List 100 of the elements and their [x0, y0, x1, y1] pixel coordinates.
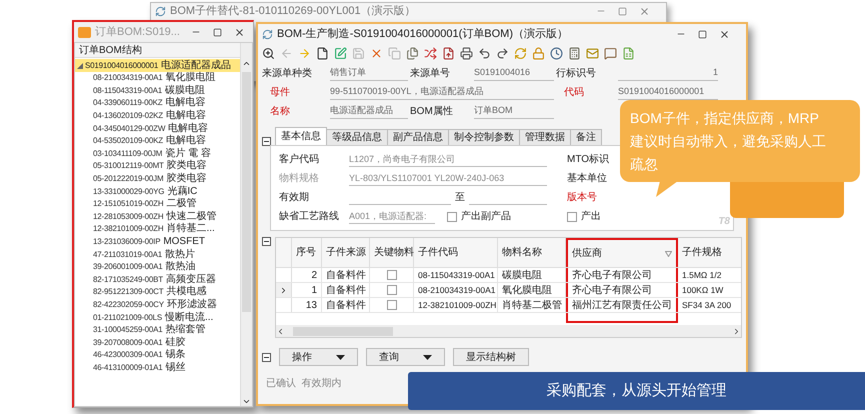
- app-logo-icon: [78, 26, 91, 38]
- column-header[interactable]: 物料名称: [498, 238, 566, 267]
- collapse-icon[interactable]: [262, 352, 271, 362]
- scroll-left-icon[interactable]: [276, 326, 285, 336]
- tree-item[interactable]: S0191004016000001 电源适配器成品: [75, 59, 240, 72]
- tree-item[interactable]: 05-310012119-00MT 胶类电容: [75, 160, 240, 173]
- delete-icon[interactable]: [370, 46, 383, 60]
- tree-item[interactable]: 82-951221309-00CT 共模电感: [75, 286, 240, 299]
- horizontal-scrollbar[interactable]: [276, 325, 741, 337]
- scrollbar[interactable]: [240, 43, 252, 406]
- tree-item[interactable]: 46-413100009-01A1 锡丝: [75, 362, 240, 374]
- column-header[interactable]: 子件来源: [322, 238, 370, 267]
- upload-file-icon[interactable]: [442, 46, 455, 60]
- tree-item[interactable]: 13-331000029-00YG 光藕IC: [75, 185, 240, 198]
- tree-item[interactable]: 08-210034319-00A1 氧化膜电阻: [75, 72, 240, 85]
- tree-item[interactable]: 12-382101009-00ZH 肖特基二...: [75, 223, 240, 236]
- checkbox[interactable]: [386, 270, 396, 280]
- tree-item[interactable]: 46-423000309-00A1 锡条: [75, 349, 240, 362]
- undo-icon[interactable]: [478, 46, 491, 60]
- new-document-icon[interactable]: [316, 46, 329, 60]
- status-text: 已确认 有效期内: [265, 376, 343, 391]
- checkbox[interactable]: [447, 212, 457, 222]
- tree-item[interactable]: 39-207008009-00A1 硅胶: [75, 336, 240, 350]
- tab[interactable]: 基本信息: [275, 127, 327, 146]
- tree-item[interactable]: 01-211021009-00LS 慢断电流...: [75, 311, 240, 324]
- table-cell: SF34 3A 200: [678, 298, 741, 312]
- callout-text: 疏忽: [630, 156, 659, 172]
- redo-icon[interactable]: [496, 46, 509, 60]
- tab[interactable]: 管理数据: [519, 129, 571, 146]
- current-row-icon: [279, 286, 288, 294]
- range-separator: 至: [455, 191, 465, 205]
- tab[interactable]: 制令控制参数: [448, 129, 520, 146]
- close-icon[interactable]: [719, 28, 730, 40]
- collapse-icon[interactable]: [262, 137, 271, 146]
- column-header[interactable]: 关键物料: [370, 238, 414, 267]
- tab[interactable]: 等级品信息: [326, 129, 388, 146]
- field-label: 代码: [563, 86, 585, 100]
- field-value: YL-803/YLS1107001 YL20W-240J-063: [349, 171, 547, 186]
- table-cell: 13: [292, 298, 322, 312]
- collapse-icon[interactable]: [262, 237, 271, 246]
- spreadsheet-icon[interactable]: [622, 46, 635, 60]
- tab[interactable]: 备注: [570, 129, 602, 146]
- print-icon[interactable]: [460, 46, 473, 60]
- lock-icon[interactable]: [532, 46, 545, 60]
- dropdown-caret-icon: [423, 354, 432, 360]
- tree-item[interactable]: 04-339060119-00KZ 电解电容: [75, 97, 240, 110]
- table-cell: 1: [292, 283, 322, 297]
- edit-icon[interactable]: [334, 46, 347, 60]
- column-header[interactable]: 子件代码: [414, 238, 498, 267]
- field-value: S0191004016: [474, 64, 554, 81]
- action-button[interactable]: 操作: [279, 348, 358, 366]
- tree-item[interactable]: 47-211031019-00A1 散热片: [75, 248, 240, 261]
- action-button[interactable]: 显示结构树: [453, 348, 529, 366]
- field-label: 版本号: [567, 190, 597, 205]
- tree-item[interactable]: 39-206001009-00A1 散热油: [75, 260, 240, 274]
- checkbox[interactable]: [386, 285, 396, 295]
- column-header[interactable]: 子件规格: [678, 238, 741, 267]
- tree-item[interactable]: 04-535020109-00KZ 电解电容: [75, 134, 240, 148]
- mail-icon[interactable]: [586, 46, 599, 60]
- tree-item[interactable]: 03-103411109-00JM 瓷片 電 容: [75, 148, 240, 160]
- field-label: 母件: [269, 86, 291, 100]
- refresh-icon[interactable]: [514, 46, 527, 60]
- close-icon[interactable]: [234, 26, 245, 38]
- scroll-down-icon[interactable]: [242, 397, 251, 406]
- shuffle-icon[interactable]: [424, 46, 437, 60]
- tree-item[interactable]: 31-100045259-00A1 热缩套管: [75, 324, 240, 336]
- field-value: 1: [618, 64, 718, 81]
- table-cell: 自备料件: [322, 283, 370, 297]
- tree-item[interactable]: 12-151051019-00ZH 二极管: [75, 198, 240, 211]
- field-value: 销售订单: [330, 64, 408, 81]
- tree-item[interactable]: 82-422302059-00CY 环形滤波器: [75, 298, 240, 312]
- scroll-up-icon[interactable]: [242, 59, 251, 68]
- action-button[interactable]: 查询: [366, 348, 445, 366]
- tree-item[interactable]: 04-136020109-02KZ 电解电容: [75, 110, 240, 122]
- tree-item[interactable]: 08-115043319-00A1 碳膜电阻: [75, 84, 240, 98]
- tree-item[interactable]: 13-231036009-00IP MOSFET: [75, 236, 240, 248]
- tab[interactable]: 副产品信息: [387, 129, 449, 146]
- field-label: 缺省工艺路线: [279, 210, 340, 224]
- table-cell: 自备料件: [322, 298, 370, 312]
- maximize-icon[interactable]: [698, 30, 707, 38]
- column-header[interactable]: 序号: [292, 238, 322, 267]
- column-header[interactable]: 供应商: [566, 238, 678, 267]
- comment-icon[interactable]: [604, 46, 617, 60]
- scroll-right-icon[interactable]: [732, 326, 741, 336]
- tree-item[interactable]: 05-201222019-00JM 胶类电容: [75, 172, 240, 186]
- calculator-icon[interactable]: [568, 46, 581, 60]
- tree-item[interactable]: 04-345040129-00ZW 电解电容: [75, 122, 240, 135]
- tree-item[interactable]: 82-171035249-00BT 高频变压器: [75, 274, 240, 286]
- tree-item[interactable]: 12-281053009-00ZH 快速二极管: [75, 210, 240, 224]
- expander-icon[interactable]: [77, 62, 83, 68]
- filter-icon[interactable]: [665, 250, 672, 256]
- checkbox[interactable]: [567, 212, 577, 222]
- field-label: BOM属性: [410, 104, 454, 119]
- row-selector[interactable]: [276, 283, 292, 297]
- maximize-icon[interactable]: [213, 28, 222, 36]
- checkbox[interactable]: [386, 300, 396, 310]
- documents-icon[interactable]: [406, 46, 419, 60]
- search-icon[interactable]: [262, 46, 275, 60]
- clock-icon[interactable]: [550, 46, 563, 60]
- panel-header: 订单BOM结构: [75, 43, 240, 58]
